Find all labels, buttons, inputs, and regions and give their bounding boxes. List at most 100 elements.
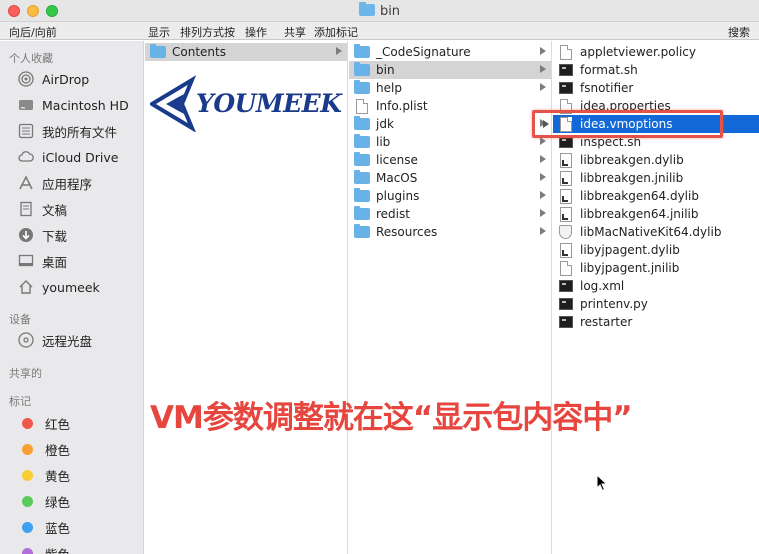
all-files-icon (18, 123, 34, 139)
toolbar: 向后/向前 显示 排列方式按 操作 共享 添加标记 搜索 (0, 22, 759, 40)
hard-drive-icon (19, 100, 33, 110)
share-button[interactable]: 共享 (284, 24, 306, 40)
folder-icon (354, 80, 370, 94)
sidebar-item-label: 应用程序 (42, 176, 93, 192)
list-item[interactable]: libbreakgen64.jnilib (553, 205, 759, 223)
document-icon (560, 260, 572, 276)
logo-text: YOUMEEK (196, 89, 342, 118)
sidebar-tag-green[interactable]: 绿色 (18, 491, 70, 511)
file-name: Info.plist (376, 99, 428, 113)
list-item[interactable]: libbreakgen.dylib (553, 151, 759, 169)
remote-disc-icon (18, 332, 34, 348)
annotation-text: VM参数调整就在这“显示包内容中” (150, 400, 633, 436)
sidebar-tag-red[interactable]: 红色 (18, 413, 70, 433)
library-icon (560, 188, 572, 204)
list-item[interactable]: libbreakgen64.dylib (553, 187, 759, 205)
file-name: libyjpagent.jnilib (580, 261, 680, 275)
list-item[interactable]: Resources (349, 223, 551, 241)
documents-icon (20, 201, 32, 217)
sidebar-item-icloud-drive[interactable]: iCloud Drive (18, 147, 118, 167)
add-tag-button[interactable]: 添加标记 (314, 24, 358, 40)
airdrop-icon (18, 71, 34, 87)
list-item[interactable]: libyjpagent.dylib (553, 241, 759, 259)
list-item[interactable]: format.sh (553, 61, 759, 79)
folder-icon (354, 224, 370, 238)
sidebar-item-desktop[interactable]: 桌面 (18, 251, 67, 271)
file-name: printenv.py (580, 297, 648, 311)
file-name: plugins (376, 189, 420, 203)
cloud-icon (18, 151, 34, 162)
list-item[interactable]: appletviewer.policy (553, 43, 759, 61)
view-button[interactable]: 显示 (148, 24, 170, 40)
sidebar-item-label: 桌面 (42, 254, 68, 270)
sidebar-item-downloads[interactable]: 下载 (18, 225, 67, 245)
sidebar-item-applications[interactable]: 应用程序 (18, 173, 92, 193)
sidebar-item-remote-disc[interactable]: 远程光盘 (18, 330, 92, 350)
sidebar-item-label: 紫色 (45, 546, 71, 554)
list-item[interactable]: MacOS (349, 169, 551, 187)
sidebar-item-macintosh-hd[interactable]: Macintosh HD (18, 95, 129, 115)
sidebar-item-home[interactable]: youmeek (18, 277, 100, 297)
chevron-right-icon (336, 47, 342, 55)
sidebar-item-all-files[interactable]: 我的所有文件 (18, 121, 117, 141)
action-button[interactable]: 操作 (245, 24, 267, 40)
file-name: libbreakgen64.jnilib (580, 207, 699, 221)
sidebar-tag-purple[interactable]: 紫色 (18, 543, 70, 554)
arrange-button[interactable]: 排列方式按 (180, 24, 235, 40)
list-item[interactable]: libMacNativeKit64.dylib (553, 223, 759, 241)
desktop-icon (18, 254, 34, 267)
list-item[interactable]: libyjpagent.jnilib (553, 259, 759, 277)
sidebar-item-label: 蓝色 (45, 520, 71, 536)
folder-icon (354, 206, 370, 220)
sidebar-item-label: iCloud Drive (42, 149, 119, 165)
file-name: restarter (580, 315, 633, 329)
sidebar-item-label: 我的所有文件 (42, 124, 118, 140)
terminal-icon (559, 64, 573, 76)
list-item[interactable]: restarter (553, 313, 759, 331)
list-item[interactable]: printenv.py (553, 295, 759, 313)
list-item[interactable]: lib (349, 133, 551, 151)
library-icon (560, 152, 572, 168)
list-item[interactable]: log.xml (553, 277, 759, 295)
window-title-text: bin (379, 4, 401, 19)
chevron-right-icon (540, 155, 546, 163)
folder-icon (358, 2, 375, 16)
search-button[interactable]: 搜索 (728, 24, 750, 40)
list-item[interactable]: jdk (349, 115, 551, 133)
list-item[interactable]: plugins (349, 187, 551, 205)
sidebar-tag-yellow[interactable]: 黄色 (18, 465, 70, 485)
sidebar-item-label: 黄色 (45, 468, 71, 484)
sidebar-item-label: Macintosh HD (42, 97, 129, 113)
list-item[interactable]: license (349, 151, 551, 169)
chevron-right-icon (540, 209, 546, 217)
sidebar-item-label: 文稿 (42, 202, 68, 218)
list-item[interactable]: _CodeSignature (349, 43, 551, 61)
list-item[interactable]: libbreakgen.jnilib (553, 169, 759, 187)
back-forward-button[interactable]: 向后/向前 (9, 24, 57, 40)
list-item[interactable]: bin (349, 61, 551, 79)
sidebar-tag-blue[interactable]: 蓝色 (18, 517, 70, 537)
file-name: log.xml (580, 279, 625, 293)
sidebar-item-documents[interactable]: 文稿 (18, 199, 67, 219)
file-name: libbreakgen.jnilib (580, 171, 684, 185)
download-icon (19, 228, 33, 242)
sidebar-tag-orange[interactable]: 橙色 (18, 439, 70, 459)
sidebar-item-airdrop[interactable]: AirDrop (18, 69, 89, 89)
list-item[interactable]: redist (349, 205, 551, 223)
list-item[interactable]: help (349, 79, 551, 97)
mouse-cursor-icon (596, 474, 608, 492)
list-item[interactable]: Contents (145, 43, 347, 61)
folder-icon (150, 44, 166, 58)
folder-icon (354, 152, 370, 166)
file-name: format.sh (580, 63, 638, 77)
terminal-icon (559, 82, 573, 94)
chevron-right-icon (540, 191, 546, 199)
sidebar-header-tags: 标记 (9, 395, 31, 408)
chevron-right-icon (540, 47, 546, 55)
tag-color-dot (22, 521, 33, 533)
folder-icon (354, 116, 370, 130)
list-item[interactable]: fsnotifier (553, 79, 759, 97)
chevron-right-icon (540, 83, 546, 91)
list-item[interactable]: Info.plist (349, 97, 551, 115)
column-2[interactable]: _CodeSignature bin help Info.plist jdk l… (349, 41, 552, 554)
